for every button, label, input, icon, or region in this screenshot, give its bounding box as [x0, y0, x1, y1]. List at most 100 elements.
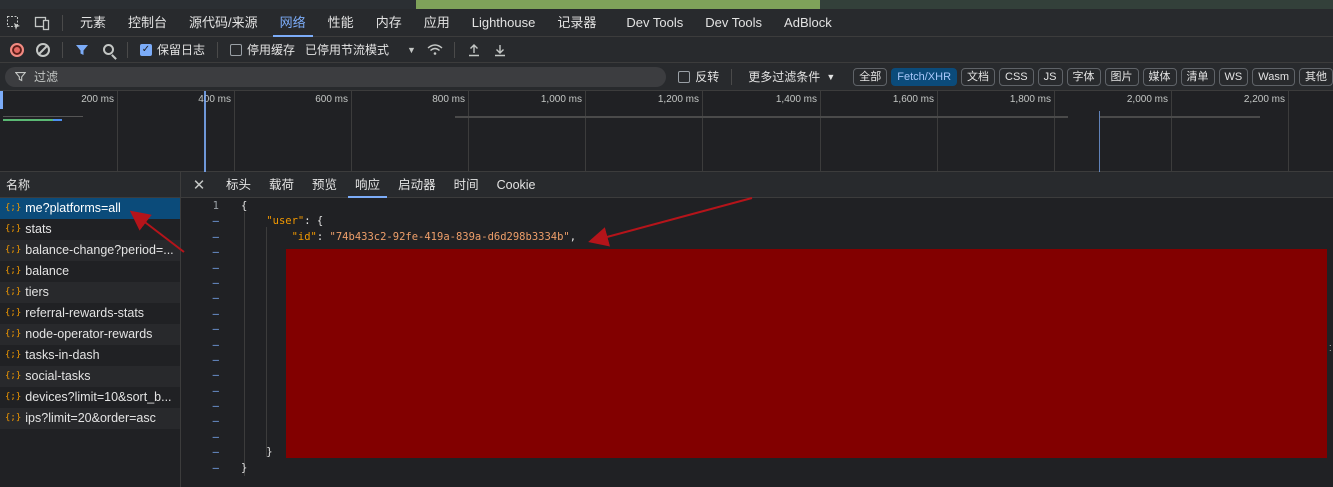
- chip-doc[interactable]: 文档: [961, 67, 996, 86]
- tab-response[interactable]: 响应: [346, 172, 389, 198]
- request-row[interactable]: {;} stats: [0, 219, 180, 240]
- preserve-log-checkbox[interactable]: ✓ 保留日志: [140, 41, 205, 58]
- accent-segment: [820, 0, 1333, 9]
- request-row[interactable]: {;} tasks-in-dash: [0, 345, 180, 366]
- tab-adblock[interactable]: AdBlock: [773, 9, 843, 37]
- export-har-button[interactable]: [489, 39, 511, 61]
- line-number: –: [212, 261, 219, 274]
- tab-payload[interactable]: 载荷: [260, 172, 303, 198]
- inspect-element-icon[interactable]: [0, 9, 28, 37]
- tab-timing[interactable]: 时间: [445, 172, 488, 198]
- line-number: –: [212, 446, 219, 459]
- clear-button[interactable]: [32, 39, 54, 61]
- json-key-user: "user": [266, 215, 305, 228]
- line-number: 1: [212, 200, 219, 212]
- resource-type-chips: 全部 Fetch/XHR 文档 CSS JS 字体 图片 媒体 清单 WS Wa…: [849, 67, 1333, 86]
- invert-checkbox[interactable]: 反转: [678, 68, 719, 85]
- fetch-request-icon: {;}: [5, 224, 22, 234]
- chip-font[interactable]: 字体: [1066, 67, 1101, 86]
- tab-recorder[interactable]: 记录器: [546, 9, 607, 37]
- more-filters-dropdown[interactable]: 更多过滤条件 ▼: [748, 68, 835, 85]
- tab-headers[interactable]: 标头: [217, 172, 260, 198]
- timeline-request-bar: [53, 119, 62, 121]
- filter-placeholder: 过滤: [34, 70, 59, 84]
- tab-sources[interactable]: 源代码/来源: [178, 9, 269, 37]
- tab-dev-tools-2[interactable]: Dev Tools: [694, 9, 773, 37]
- chip-manifest[interactable]: 清单: [1180, 67, 1215, 86]
- line-number: –: [212, 353, 219, 366]
- request-row[interactable]: {;} me?platforms=all: [0, 198, 180, 219]
- import-har-button[interactable]: [463, 39, 485, 61]
- request-row[interactable]: {;} social-tasks: [0, 366, 180, 387]
- line-number: –: [212, 415, 219, 428]
- tab-memory[interactable]: 内存: [365, 9, 413, 37]
- throttling-select[interactable]: 已停用节流模式 ▼: [305, 41, 416, 58]
- timeline-request-bar: [1100, 116, 1260, 118]
- search-button[interactable]: [97, 39, 119, 61]
- tab-elements[interactable]: 元素: [69, 9, 117, 37]
- record-button[interactable]: [6, 39, 28, 61]
- disable-cache-checkbox[interactable]: 停用缓存: [230, 41, 295, 58]
- tab-dev-tools-1[interactable]: Dev Tools: [615, 9, 694, 37]
- chevron-down-icon: ▼: [826, 71, 836, 82]
- request-row[interactable]: {;} ips?limit=20&order=asc: [0, 408, 180, 429]
- timeline-tick-label: 800 ms: [432, 94, 465, 105]
- tab-lighthouse[interactable]: Lighthouse: [461, 9, 547, 37]
- timeline-tick-label: 2,000 ms: [1126, 94, 1168, 105]
- request-row[interactable]: {;} balance: [0, 261, 180, 282]
- timeline-gridline: [937, 91, 938, 172]
- line-number-gutter: 1 – – – – – – – – – – – – – – – – –: [181, 199, 223, 476]
- network-conditions-button[interactable]: [424, 39, 446, 61]
- timeline-gridline: [468, 91, 469, 172]
- tab-cookies[interactable]: Cookie: [488, 172, 545, 198]
- chip-css[interactable]: CSS: [999, 67, 1034, 86]
- code-line: }: [241, 461, 576, 476]
- timeline-tick-label: 1,400 ms: [775, 94, 817, 105]
- filter-input[interactable]: 过滤: [5, 66, 667, 87]
- filter-toggle-button[interactable]: [71, 39, 93, 61]
- request-row[interactable]: {;} devices?limit=10&sort_b...: [0, 387, 180, 408]
- checkbox-unchecked-icon: [678, 70, 691, 83]
- chip-all[interactable]: 全部: [853, 67, 888, 86]
- timeline-gridline: [117, 91, 118, 172]
- preserve-log-label: 保留日志: [157, 43, 206, 57]
- request-row[interactable]: {;} referral-rewards-stats: [0, 303, 180, 324]
- tab-console[interactable]: 控制台: [117, 9, 178, 37]
- timeline-tick-label: 600 ms: [315, 94, 348, 105]
- tab-network[interactable]: 网络: [269, 9, 317, 37]
- chip-fetch-xhr[interactable]: Fetch/XHR: [891, 67, 958, 86]
- tab-performance[interactable]: 性能: [317, 9, 365, 37]
- chip-ws[interactable]: WS: [1218, 67, 1249, 86]
- devtools-main-tabs: 元素 控制台 源代码/来源 网络 性能 内存 应用 Lighthouse 记录器…: [0, 9, 1333, 37]
- network-overview-timeline[interactable]: 200 ms 400 ms 600 ms 800 ms 1,000 ms 1,2…: [0, 91, 1333, 172]
- checkbox-checked-icon: ✓: [140, 43, 152, 56]
- chip-js[interactable]: JS: [1037, 67, 1063, 86]
- tab-preview[interactable]: 预览: [303, 172, 346, 198]
- chip-wasm[interactable]: Wasm: [1252, 67, 1295, 86]
- record-icon: [10, 42, 24, 57]
- chip-img[interactable]: 图片: [1104, 67, 1139, 86]
- request-list: 名称 {;} me?platforms=all {;} stats {;} balan…: [0, 172, 181, 487]
- wifi-settings-icon: [427, 43, 443, 55]
- chip-other[interactable]: 其他: [1299, 67, 1333, 86]
- chip-media[interactable]: 媒体: [1142, 67, 1177, 86]
- load-event-marker: [1099, 111, 1100, 172]
- tab-application[interactable]: 应用: [413, 9, 461, 37]
- tab-initiator[interactable]: 启动器: [389, 172, 445, 198]
- request-row[interactable]: {;} node-operator-rewards: [0, 324, 180, 345]
- request-name: balance-change?period=...: [25, 243, 174, 257]
- line-number: –: [212, 430, 219, 443]
- timeline-gridline: [351, 91, 352, 172]
- name-column-header[interactable]: 名称: [0, 172, 180, 198]
- timeline-request-bar: [3, 116, 83, 117]
- fetch-request-icon: {;}: [5, 287, 22, 297]
- json-punctuation: ,: [569, 230, 577, 243]
- request-row[interactable]: {;} balance-change?period=...: [0, 240, 180, 261]
- line-number: –: [212, 338, 219, 351]
- timeline-gridline: [820, 91, 821, 172]
- request-row[interactable]: {;} tiers: [0, 282, 180, 303]
- device-toolbar-icon[interactable]: [28, 9, 56, 37]
- divider: [731, 68, 733, 85]
- fetch-request-icon: {;}: [5, 308, 22, 318]
- close-icon[interactable]: ✕: [181, 176, 217, 194]
